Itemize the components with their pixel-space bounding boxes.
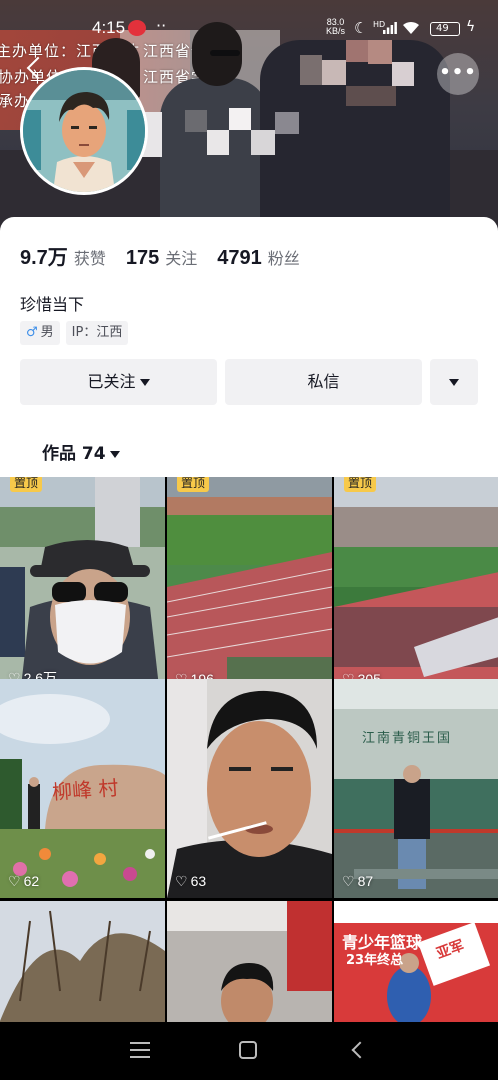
video-thumbnail[interactable]: ♡ 63 [167,679,332,898]
rock-inscription: 柳峰 村 [51,775,120,805]
ip-tag: IP：江西 [65,321,129,345]
heart-icon: ♡ [175,873,188,889]
recent-apps-icon[interactable] [130,1042,150,1058]
wifi-icon [403,21,419,34]
profile-tags: ♂ 男 IP：江西 [20,321,129,345]
system-nav-bar [0,1022,498,1080]
profile-stats: 9.7万 获赞 175 关注 4791 粉丝 [20,241,320,270]
museum-sign: 江南青铜王国 [362,731,453,746]
like-count: ♡ 63 [175,873,207,889]
video-thumbnail[interactable]: 置顶 ♡ 2.6万 [0,477,165,696]
video-thumbnail[interactable]: 置顶 ♡305 [334,477,498,696]
video-thumbnail[interactable]: 置顶 ♡196 [167,477,332,696]
tab-works[interactable]: 作品 74 [42,439,120,464]
heart-icon: ♡ [8,873,21,889]
following-label[interactable]: 关注 [165,245,197,269]
avatar-image [23,70,145,192]
bio-text: 珍惜当下 [20,295,85,314]
avatar[interactable] [20,67,148,195]
caret-down-icon [449,379,459,386]
video-thumbnail[interactable]: 柳峰 村 ♡ 62 [0,679,165,898]
followers-count[interactable]: 4791 [217,247,262,270]
followed-button[interactable]: 已关注 [20,359,217,405]
followers-label[interactable]: 粉丝 [268,245,300,269]
home-icon[interactable] [239,1041,257,1059]
clock: 4:15 [92,18,126,37]
video-thumbnail[interactable]: 江南青铜王国 ♡ 87 [334,679,498,898]
recommend-dropdown-button[interactable] [430,359,478,405]
profile-card: 9.7万 获赞 175 关注 4791 粉丝 珍惜当下 ♂ 男 IP：江西 已关注… [0,217,498,477]
heart-icon: ♡ [342,873,355,889]
battery-icon: 49 [430,22,460,36]
more-options-button[interactable]: ••• [437,53,479,95]
moon-icon: ☾ [354,19,368,37]
like-count: ♡ 87 [342,873,374,889]
pinned-badge: 置顶 [177,477,210,492]
gender-tag: ♂ 男 [20,321,60,345]
weibo-icon [128,20,146,36]
network-speed: 83.0 KB/s [326,17,346,36]
charging-icon: ϟ [466,19,476,35]
notification-dots: ·· [156,16,167,35]
likes-count: 9.7万 [20,247,68,269]
caret-down-icon [139,379,150,386]
caret-down-icon [109,450,120,458]
status-bar: 4:15 ·· 83.0 KB/s ☾ HD 49 ϟ [0,0,498,44]
message-button[interactable]: 私信 [225,359,422,405]
pinned-badge: 置顶 [10,477,43,492]
male-icon: ♂ [26,325,38,340]
back-nav-icon[interactable] [351,1041,369,1059]
video-thumbnail[interactable]: 青少年篮球 23年终总 亚军 [334,901,498,1022]
event-banner-subtitle: 23年终总 [346,953,404,968]
following-count[interactable]: 175 [126,247,159,270]
likes-label: 获赞 [73,249,106,268]
pinned-badge: 置顶 [344,477,377,492]
works-grid: 置顶 ♡2.6万 置顶 ♡196 置顶 ♡ [0,477,498,1022]
signal-icon [383,22,397,34]
like-count: ♡ 62 [8,873,40,889]
video-thumbnail[interactable] [0,901,165,1022]
video-thumbnail[interactable] [167,901,332,1022]
